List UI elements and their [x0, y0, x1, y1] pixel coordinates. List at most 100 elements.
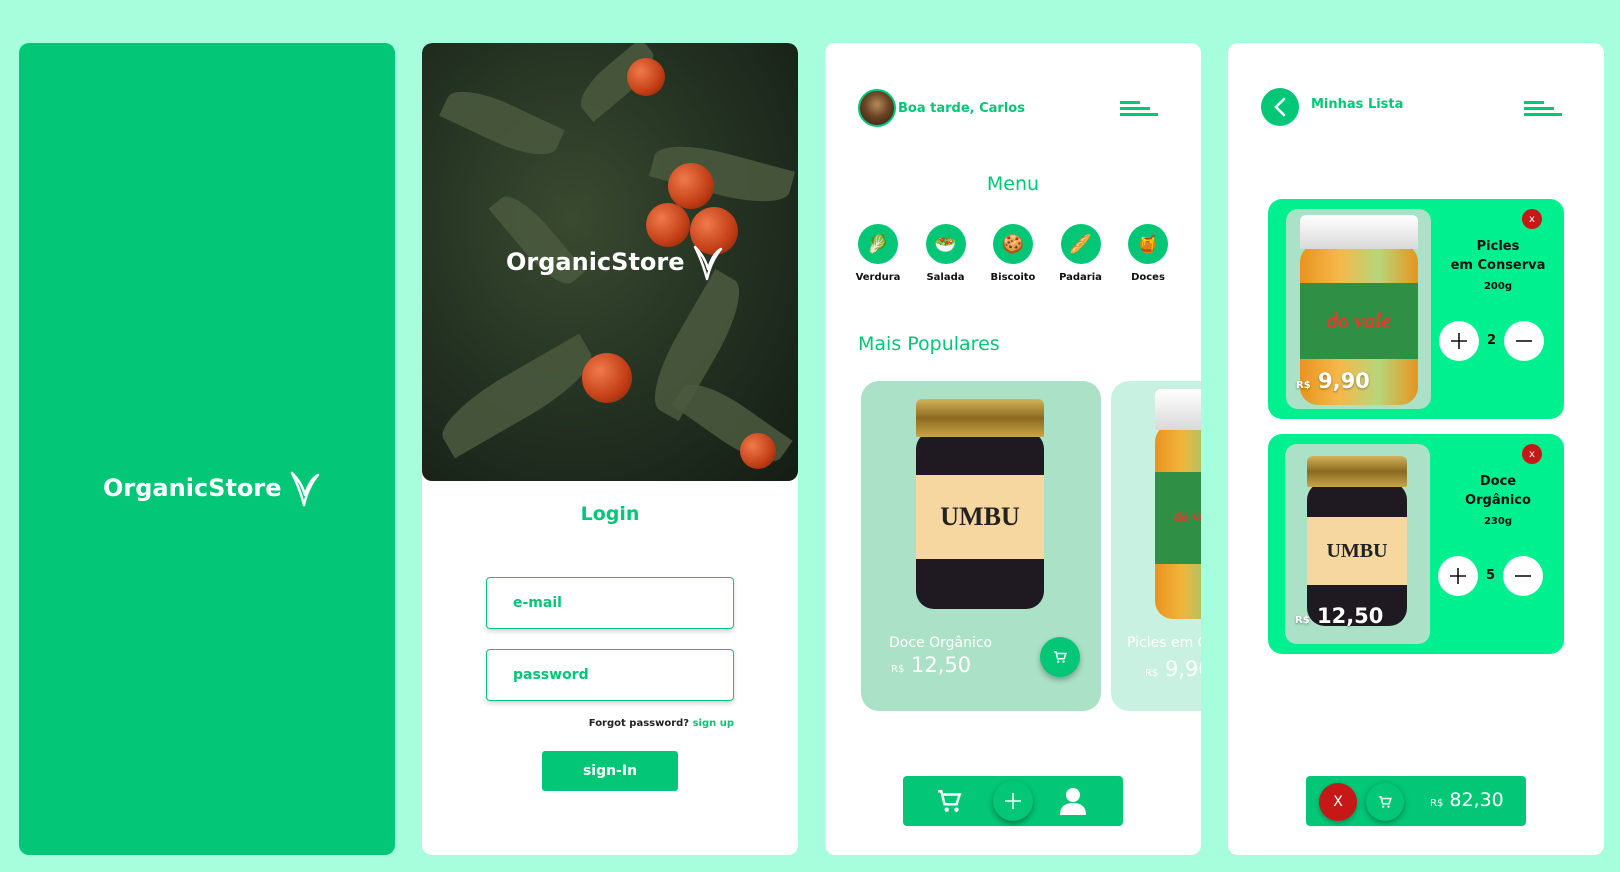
minus-icon: [1515, 575, 1531, 577]
price-value: 9,90: [1317, 369, 1370, 393]
password-field[interactable]: password: [486, 649, 734, 701]
hero-brand-name: OrganicStore: [506, 248, 685, 276]
total-value: 82,30: [1449, 789, 1504, 811]
cookie-jar-icon: 🍪: [993, 224, 1033, 264]
currency: R$: [1296, 380, 1311, 391]
bread-basket-icon: 🥖: [1060, 224, 1101, 264]
avatar[interactable]: [858, 89, 896, 127]
category-verdura[interactable]: 🥬 Verdura: [845, 224, 911, 283]
jar-label: UMBU: [1307, 517, 1407, 586]
plus-icon: [1005, 793, 1021, 809]
page-title: Minhas Lista: [1311, 97, 1404, 112]
checkout-cart-button[interactable]: [1366, 783, 1404, 821]
minus-icon: [1516, 340, 1532, 342]
category-biscoito[interactable]: 🍪 Biscoito: [980, 224, 1046, 283]
sweets-icon: 🍯: [1128, 224, 1168, 264]
sign-up-link[interactable]: sign up: [693, 718, 734, 729]
list-item: do vale R$ 9,90 Picles em Conserva 200g …: [1268, 199, 1564, 419]
total-amount: R$ 82,30: [1430, 789, 1504, 811]
cart-icon: [938, 790, 962, 812]
jar-label: do vale: [1155, 471, 1201, 564]
cart-nav-button[interactable]: [937, 788, 963, 818]
item-price: R$ 12,50: [1295, 604, 1383, 628]
product-card[interactable]: do vale Picles em Conserva R$ 9,90: [1111, 381, 1201, 711]
user-icon: [1060, 788, 1086, 815]
vegetable-icon: 🥬: [858, 224, 898, 264]
item-quantity: 2: [1487, 333, 1497, 348]
leaf-icon: [290, 471, 319, 507]
price-value: 12,50: [1316, 604, 1384, 628]
plus-icon: [1451, 333, 1467, 349]
category-padaria[interactable]: 🥖 Padaria: [1048, 224, 1114, 283]
category-label: Verdura: [855, 272, 901, 283]
sign-in-button[interactable]: sign-In: [542, 751, 678, 791]
brand-name: OrganicStore: [103, 474, 282, 502]
increment-button[interactable]: [1439, 321, 1479, 361]
profile-nav-button[interactable]: [1060, 787, 1086, 819]
category-label: Salada: [926, 272, 965, 283]
category-label: Biscoito: [990, 272, 1036, 283]
decrement-button[interactable]: [1504, 321, 1544, 361]
category-label: Doces: [1131, 272, 1165, 283]
product-image: do vale R$ 9,90: [1286, 209, 1431, 409]
list-item: UMBU R$ 12,50 Doce Orgânico 230g 5 x: [1268, 434, 1564, 654]
increment-button[interactable]: [1438, 556, 1478, 596]
brand-logo: OrganicStore: [103, 469, 322, 507]
product-card[interactable]: UMBU Doce Orgânico R$ 12,50: [861, 381, 1101, 711]
jar-label: UMBU: [916, 474, 1044, 559]
currency: R$: [891, 664, 905, 675]
category-salada[interactable]: 🥗 Salada: [913, 224, 979, 283]
list-screen: Minhas Lista do vale R$ 9,90 Picles em C…: [1228, 43, 1604, 855]
product-price: R$ 9,90: [1145, 657, 1201, 681]
item-name-line1: Picles: [1476, 239, 1520, 254]
category-doces[interactable]: 🍯 Doces: [1115, 224, 1181, 283]
item-quantity: 5: [1486, 568, 1496, 583]
add-to-cart-button[interactable]: [1040, 637, 1080, 677]
bottom-nav: [903, 776, 1123, 826]
cart-icon: [1054, 651, 1067, 663]
product-name: Doce Orgânico: [889, 635, 993, 651]
remove-item-button[interactable]: x: [1522, 209, 1542, 229]
plus-icon: [1450, 568, 1466, 584]
hero-image: OrganicStore: [422, 43, 798, 481]
cart-icon: [1379, 796, 1392, 808]
menu-icon[interactable]: [1120, 101, 1158, 117]
product-price: R$ 12,50: [891, 653, 971, 677]
decrement-button[interactable]: [1503, 556, 1543, 596]
login-screen: OrganicStore Login e-mail password Forgo…: [422, 43, 798, 855]
remove-item-button[interactable]: x: [1522, 444, 1542, 464]
checkout-bar: X R$ 82,30: [1306, 776, 1526, 826]
product-image: UMBU R$ 12,50: [1285, 444, 1430, 644]
home-screen: Boa tarde, Carlos Menu 🥬 Verdura 🥗 Salad…: [825, 43, 1201, 855]
clear-list-button[interactable]: X: [1319, 783, 1357, 821]
popular-title: Mais Populares: [858, 333, 1000, 355]
currency: R$: [1430, 798, 1444, 809]
greeting-text: Boa tarde, Carlos: [898, 100, 1025, 116]
currency: R$: [1145, 668, 1159, 679]
forgot-password-text: Forgot password?: [588, 718, 690, 729]
category-label: Padaria: [1059, 272, 1102, 283]
item-name-line2: Orgânico: [1465, 493, 1531, 508]
product-image: do vale: [1155, 389, 1201, 619]
item-name-line1: Doce: [1479, 474, 1517, 489]
item-weight: 200g: [1483, 281, 1513, 292]
currency: R$: [1295, 615, 1310, 626]
item-name-line2: em Conserva: [1450, 258, 1546, 273]
add-button[interactable]: [993, 781, 1033, 821]
price-value: 12,50: [911, 653, 972, 677]
item-price: R$ 9,90: [1296, 369, 1370, 393]
salad-icon: 🥗: [925, 224, 966, 264]
leaf-icon: [693, 245, 722, 281]
back-button[interactable]: [1261, 88, 1299, 126]
menu-icon[interactable]: [1524, 101, 1562, 117]
chevron-left-icon: [1274, 97, 1286, 117]
category-list: 🥬 Verdura 🥗 Salada 🍪 Biscoito 🥖 Padaria …: [845, 224, 1181, 283]
hero-brand-logo: OrganicStore: [506, 243, 725, 281]
price-value: 9,90: [1165, 657, 1201, 681]
product-image: UMBU: [916, 399, 1044, 609]
menu-title: Menu: [986, 173, 1040, 195]
email-field[interactable]: e-mail: [486, 577, 734, 629]
forgot-password: Forgot password? sign up: [589, 718, 734, 729]
splash-screen: OrganicStore: [19, 43, 395, 855]
product-name: Picles em Conserva: [1127, 635, 1201, 651]
